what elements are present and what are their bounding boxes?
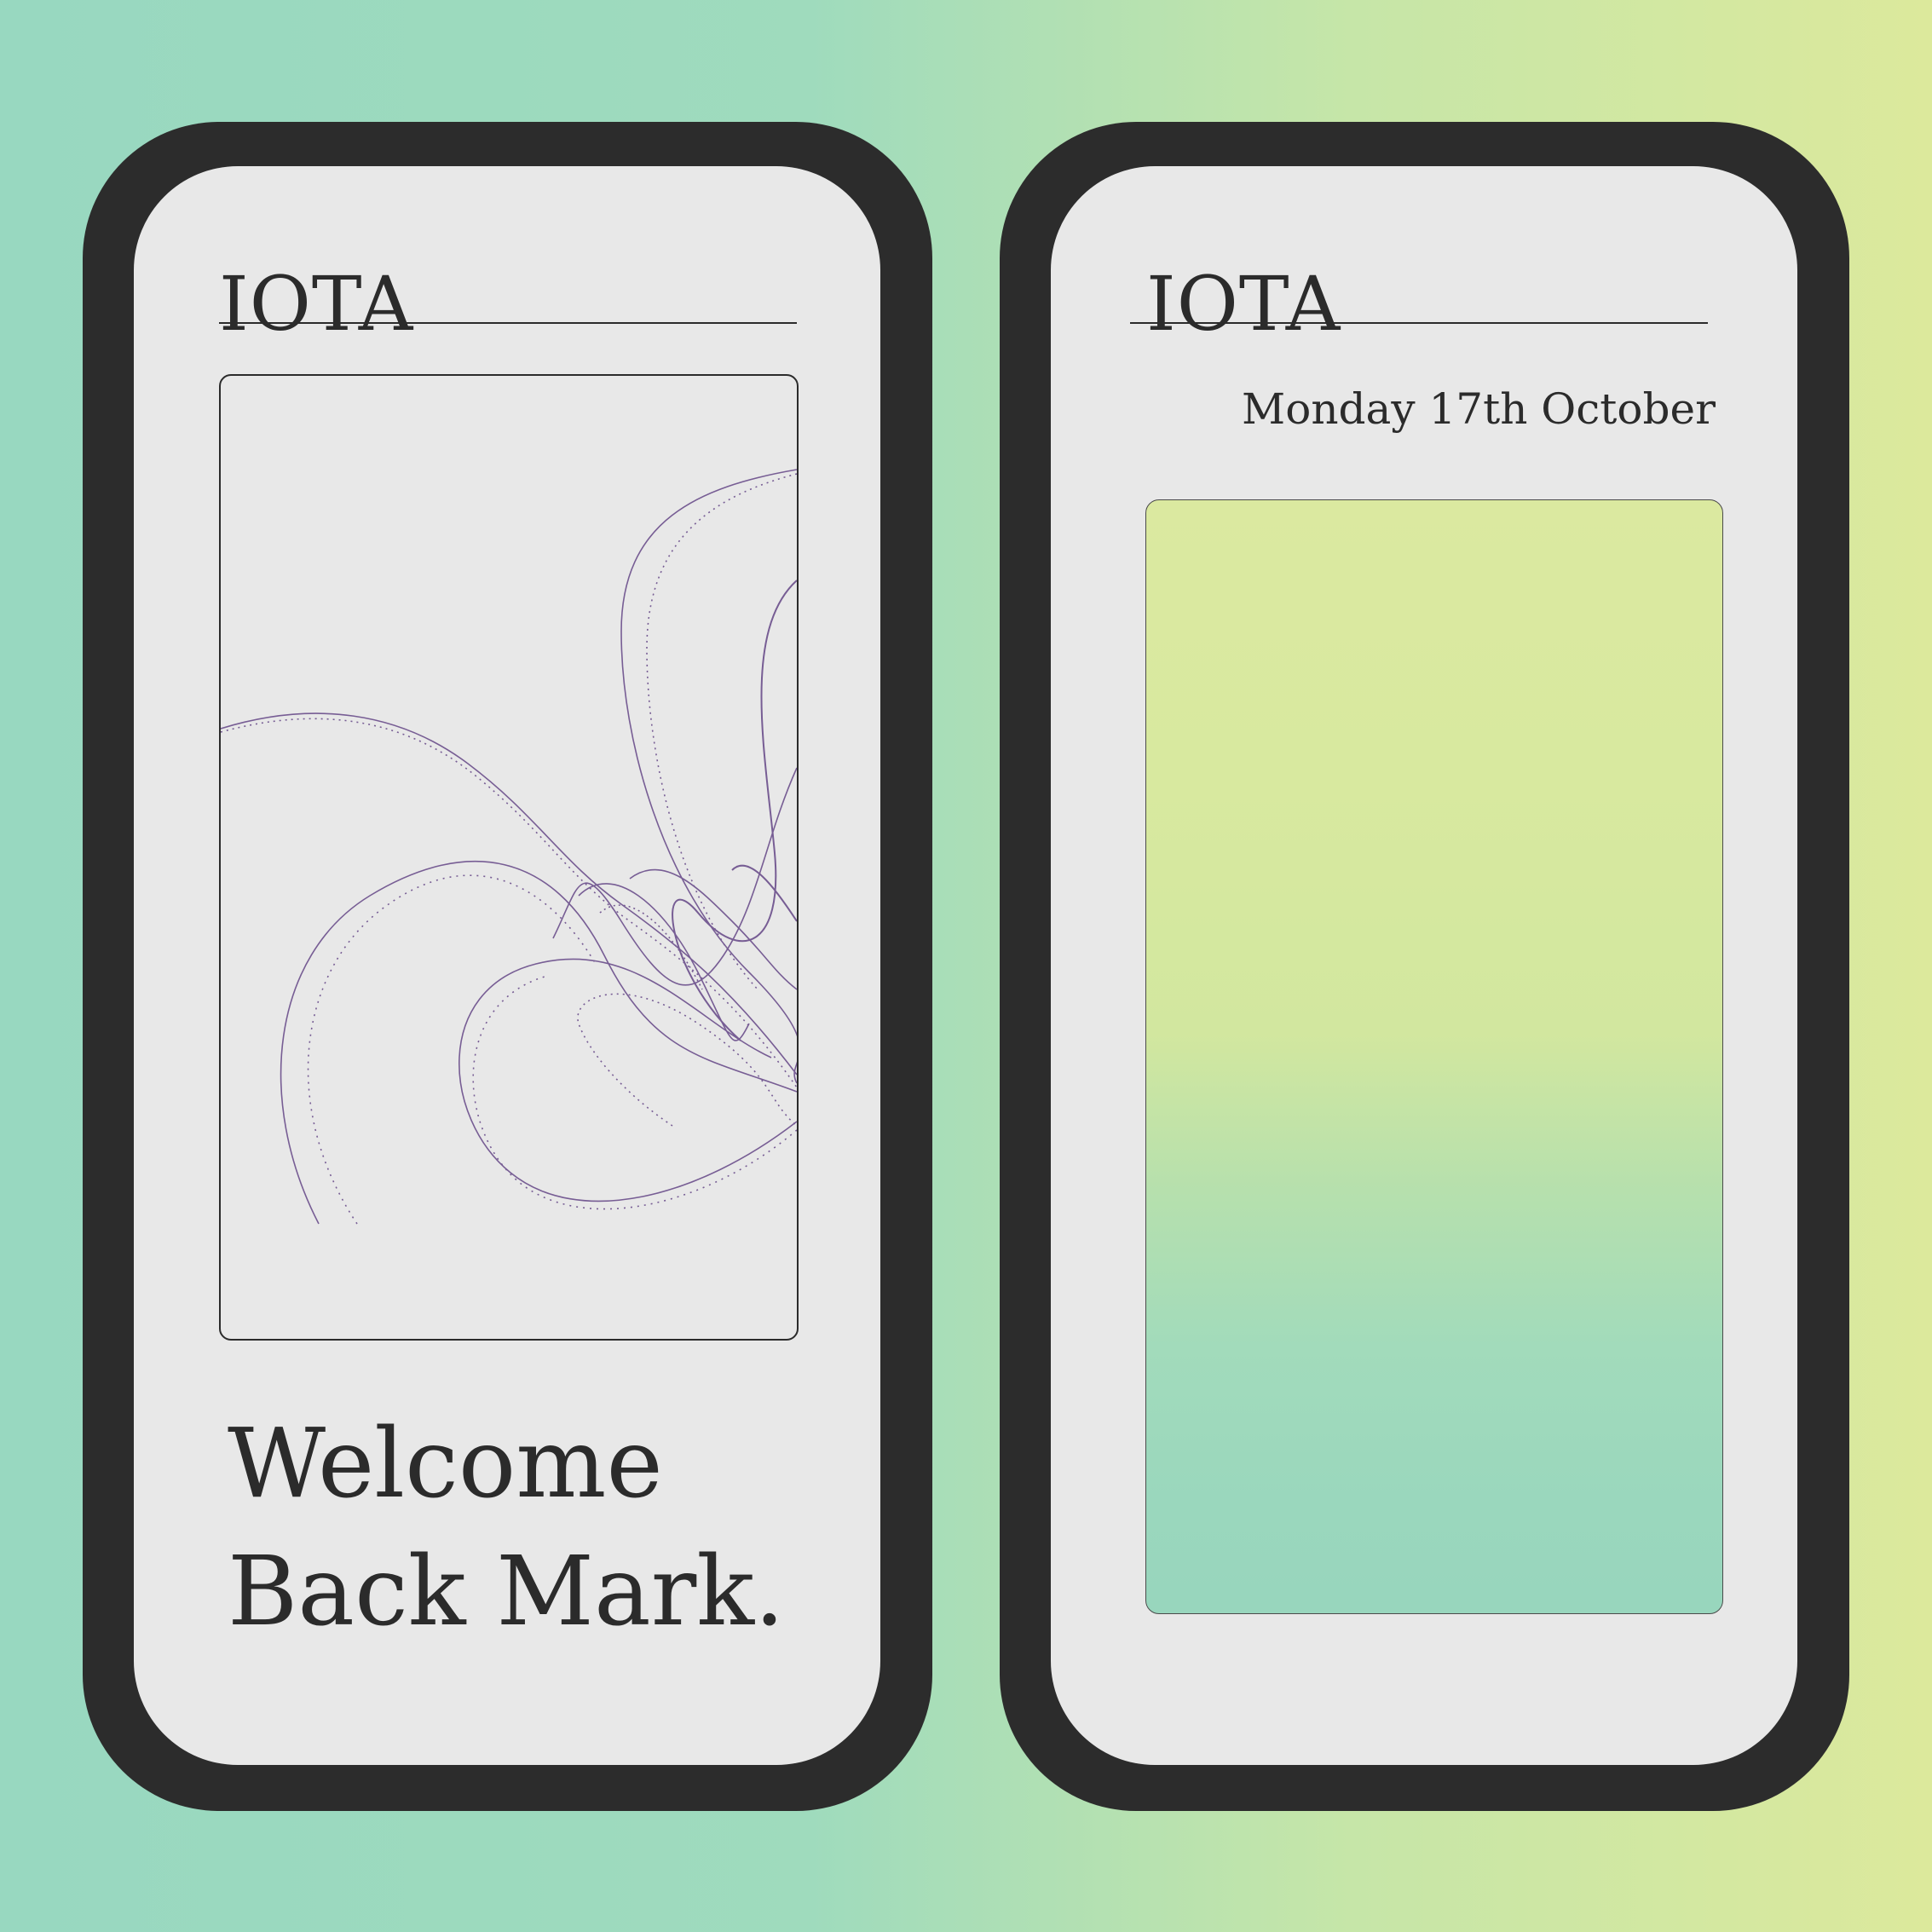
date-screen: IOTA Monday 17th October [1051,166,1797,1765]
line-art-frame[interactable] [219,374,799,1341]
app-title: IOTA [1146,260,1341,348]
line-art-illustration [221,469,797,1225]
phone-date: IOTA Monday 17th October [1000,122,1849,1811]
welcome-message: Welcome Back Mark. [228,1400,841,1656]
welcome-screen: IOTA Welcome Back Mark. [134,166,880,1765]
welcome-line-1: Welcome [228,1409,663,1520]
app-title: IOTA [219,260,414,348]
welcome-line-2: Back Mark. [228,1537,785,1647]
phone-welcome: IOTA Welcome Back Mark. [83,122,932,1811]
title-divider [1130,322,1708,324]
gradient-card[interactable] [1145,499,1723,1614]
date-label: Monday 17th October [1242,384,1716,434]
title-divider [219,322,797,324]
